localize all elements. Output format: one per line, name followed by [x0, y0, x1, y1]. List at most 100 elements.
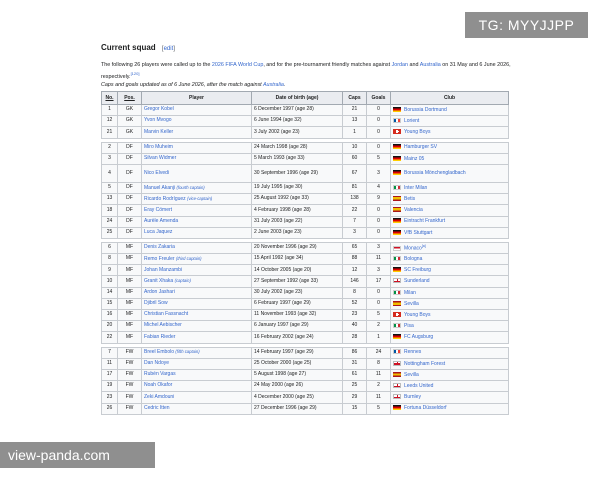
table-row: 1 GK Gregor Kobel 6 December 1997 (age 28) 2… — [101, 103, 509, 117]
player-link[interactable]: Marvin Keller — [144, 129, 173, 135]
table-row: 23 FW Zeki Amdouni 4 December 2000 (age 25)… — [101, 391, 509, 404]
club-link[interactable]: Leeds United — [404, 383, 433, 389]
club-link[interactable]: Eintracht Frankfurt — [404, 218, 445, 224]
club-link[interactable]: Borussia Dortmund — [404, 107, 447, 113]
club-cell: Betis — [390, 193, 509, 206]
header-club[interactable]: Club — [390, 91, 509, 105]
club-link[interactable]: FC Augsburg — [404, 334, 433, 340]
table-row: 13 DF Ricardo Rodríguez (vice-captain) 25 A… — [101, 193, 509, 206]
player-link[interactable]: Fabian Rieder — [144, 334, 175, 340]
player-link[interactable]: Gregor Kobel — [144, 106, 174, 112]
date-of-birth: 5 March 1993 (age 33) — [251, 152, 343, 165]
player-link[interactable]: Aurèle Amenda — [144, 218, 178, 224]
player-link[interactable]: Eray Cömert — [144, 207, 172, 213]
date-of-birth: 31 July 2003 (age 22) — [251, 215, 343, 228]
goals-count: 0 — [366, 286, 391, 299]
club-cell: Leeds United — [390, 380, 509, 393]
header-caps[interactable]: Caps — [342, 91, 367, 105]
player-link[interactable]: Miro Muheim — [144, 144, 173, 150]
player-link[interactable]: Granit Xhaka — [144, 278, 173, 284]
player-cell: Zeki Amdouni — [141, 391, 252, 404]
australia-match-link[interactable]: Australia — [263, 82, 284, 88]
club-link[interactable]: Pisa — [404, 323, 414, 329]
australia-link[interactable]: Australia — [420, 62, 441, 68]
club-cell: Fortuna Düsseldorf — [390, 402, 509, 415]
player-link[interactable]: Remo Freuler — [144, 256, 175, 262]
header-no[interactable]: No. — [101, 91, 118, 105]
captain-role[interactable]: (vice-captain) — [187, 196, 212, 201]
club-link[interactable]: Fortuna Düsseldorf — [404, 405, 447, 411]
footnote-link[interactable]: [a] — [422, 244, 426, 248]
club-link[interactable]: Young Boys — [404, 129, 431, 135]
player-link[interactable]: Nico Elvedi — [144, 170, 169, 176]
player-link[interactable]: Djibril Sow — [144, 300, 168, 306]
player-link[interactable]: Luca Jaquez — [144, 229, 172, 235]
squad-body: 1 GK Gregor Kobel 6 December 1997 (age 28) 2… — [101, 103, 509, 415]
player-link[interactable]: Ardon Jashari — [144, 289, 175, 295]
player-link[interactable]: Michel Aebischer — [144, 322, 182, 329]
club-link[interactable]: Burnley — [404, 394, 421, 400]
table-row: 2 DF Miro Muheim 24 March 1998 (age 28) 10 0 H… — [101, 141, 509, 154]
club-link[interactable]: Hamburger SV — [404, 144, 437, 150]
player-link[interactable]: Rubén Vargas — [144, 371, 176, 377]
club-link[interactable]: Sunderland — [404, 278, 430, 284]
player-link[interactable]: Noah Okafor — [144, 382, 172, 389]
player-link[interactable]: Denis Zakaria — [144, 244, 175, 250]
header-player[interactable]: Player — [141, 91, 252, 105]
club-link[interactable]: Milan — [404, 289, 416, 296]
player-link[interactable]: Cedric Itten — [144, 405, 170, 411]
player-link[interactable]: Johan Manzambi — [144, 267, 182, 273]
club-cell: Bologna — [390, 253, 509, 266]
club-link[interactable]: Betis — [404, 196, 415, 202]
club-link[interactable]: Sevilla — [404, 301, 419, 307]
club-link[interactable]: Mainz 05 — [404, 155, 424, 162]
club-cell: Mainz 05 — [390, 152, 509, 165]
header-dob[interactable]: Date of birth (age) — [251, 91, 343, 105]
captain-role[interactable]: (third captain) — [176, 256, 202, 261]
date-of-birth: 27 September 1992 (age 33) — [251, 275, 343, 288]
player-cell: Ricardo Rodríguez (vice-captain) — [141, 193, 252, 206]
club-link[interactable]: Sevilla — [404, 372, 419, 378]
flag-icon — [393, 207, 401, 213]
player-position: DF — [117, 226, 142, 239]
table-row: 9 MF Johan Manzambi 14 October 2005 (age 20… — [101, 264, 509, 277]
club-link[interactable]: Borussia Mönchengladbach — [404, 170, 466, 176]
player-link[interactable]: Ricardo Rodríguez — [144, 196, 186, 202]
captain-role[interactable]: (fifth captain) — [175, 349, 199, 354]
club-link[interactable]: Rennes — [404, 349, 421, 355]
club-link[interactable]: Young Boys — [404, 312, 431, 318]
club-link[interactable]: VfB Stuttgart — [404, 229, 432, 236]
club-link[interactable]: Inter Milan — [404, 185, 427, 191]
caps-count: 12 — [342, 264, 367, 277]
club-cell: Young Boys — [390, 126, 509, 139]
club-link[interactable]: Valencia — [404, 207, 423, 213]
player-link[interactable]: Zeki Amdouni — [144, 394, 174, 400]
caps-count: 61 — [342, 368, 367, 382]
club-link[interactable]: SC Freiburg — [404, 267, 431, 273]
table-row: 8 MF Remo Freuler (third captain) 15 April … — [101, 253, 509, 266]
player-link[interactable]: Yvon Mvogo — [144, 117, 172, 124]
reference-link[interactable]: [120] — [131, 71, 140, 76]
player-cell: Gregor Kobel — [141, 103, 252, 117]
club-link[interactable]: Nottingham Forest — [404, 360, 445, 367]
captain-role[interactable]: (captain) — [175, 278, 191, 283]
club-link[interactable]: Lorient — [404, 118, 419, 124]
player-position: MF — [117, 275, 142, 288]
player-link[interactable]: Silvan Widmer — [144, 155, 176, 161]
player-link[interactable]: Manuel Akanji — [144, 185, 175, 191]
player-link[interactable]: Breel Embolo — [144, 349, 174, 356]
player-link[interactable]: Dan Ndoye — [144, 360, 169, 366]
edit-link[interactable]: edit — [164, 46, 174, 52]
club-link[interactable]: Monaco — [404, 246, 422, 252]
jordan-link[interactable]: Jordan — [392, 62, 408, 68]
club-link[interactable]: Bologna — [404, 256, 422, 262]
date-of-birth: 19 July 1995 (age 30) — [251, 181, 343, 195]
player-position: DF — [117, 193, 142, 206]
captain-role[interactable]: (fourth captain) — [177, 185, 205, 190]
header-pos[interactable]: Pos. — [117, 91, 142, 105]
player-link[interactable]: Christian Fassnacht — [144, 311, 188, 317]
player-number: 1 — [101, 103, 118, 117]
world-cup-link[interactable]: 2026 FIFA World Cup — [212, 62, 263, 68]
club-cell: Young Boys — [390, 308, 509, 322]
header-goals[interactable]: Goals — [366, 91, 391, 105]
